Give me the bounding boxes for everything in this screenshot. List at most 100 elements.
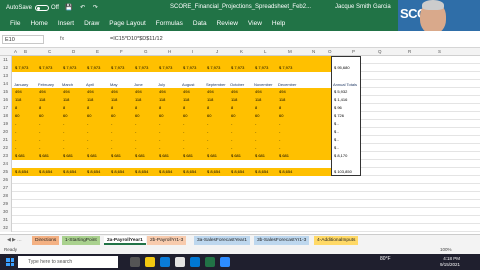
cell-value[interactable]: 118 (63, 97, 69, 102)
cell-value[interactable]: 494 (255, 89, 262, 94)
sheet-nav-arrows[interactable]: ◀ ▶ … (4, 236, 25, 245)
column-header[interactable]: G (144, 49, 148, 54)
cell-value[interactable]: $ 7,973 (135, 65, 148, 70)
quick-access-toolbar[interactable]: 💾 ↶ ↷ (65, 4, 101, 11)
row-number[interactable]: 21 (0, 136, 12, 144)
cell-value[interactable]: - (183, 129, 184, 134)
cell-value[interactable]: - (255, 129, 256, 134)
cell-value[interactable]: $ 7,973 (255, 65, 268, 70)
cell-value[interactable]: - (183, 145, 184, 150)
row-number[interactable]: 23 (0, 152, 12, 160)
zoom-app-icon[interactable] (220, 257, 230, 267)
cell-value[interactable]: $ - (334, 121, 339, 126)
sheet-tab-additional-inputs[interactable]: 4-AdditionalInputs (314, 236, 359, 245)
cell-value[interactable]: - (231, 129, 232, 134)
row-number[interactable]: 32 (0, 224, 12, 232)
cell-value[interactable]: $ 681 (207, 153, 217, 158)
sheet-tab-starting-point[interactable]: 1-StartingPoint (62, 236, 100, 245)
month-header[interactable]: August (182, 82, 194, 87)
row-number[interactable]: 14 (0, 80, 12, 88)
autosave-toggle[interactable] (35, 4, 50, 11)
tab-home[interactable]: Home (30, 20, 47, 27)
cell-value[interactable]: - (207, 145, 208, 150)
cell-value[interactable]: $ 8,654 (87, 169, 100, 174)
column-header[interactable]: P (352, 49, 355, 54)
cell-value[interactable]: 8 (279, 105, 281, 110)
cell-value[interactable]: - (15, 121, 16, 126)
cell-value[interactable]: $ 8,654 (183, 169, 196, 174)
column-header[interactable]: E (96, 49, 99, 54)
month-header[interactable]: May (110, 82, 118, 87)
cell-value[interactable]: $ 8,654 (207, 169, 220, 174)
cell-value[interactable]: - (255, 137, 256, 142)
cell-value[interactable]: 60 (207, 113, 211, 118)
column-header[interactable]: M (288, 49, 292, 54)
row-number[interactable]: 20 (0, 128, 12, 136)
tab-review[interactable]: Review (217, 20, 238, 27)
cell-value[interactable]: $ 681 (111, 153, 121, 158)
cell-value[interactable]: 118 (159, 97, 165, 102)
column-header[interactable]: Q (378, 49, 382, 54)
month-header[interactable]: January (14, 82, 28, 87)
cell-value[interactable]: - (87, 121, 88, 126)
cell-value[interactable]: - (135, 121, 136, 126)
cell-value[interactable]: $ 8,654 (111, 169, 124, 174)
cell-value[interactable]: - (255, 121, 256, 126)
tab-page-layout[interactable]: Page Layout (109, 20, 146, 27)
column-header[interactable]: L (264, 49, 267, 54)
row-number[interactable]: 22 (0, 144, 12, 152)
row-number[interactable]: 16 (0, 96, 12, 104)
cell-value[interactable]: 8 (255, 105, 257, 110)
column-header[interactable]: F (120, 49, 123, 54)
row-number[interactable]: 11 (0, 56, 12, 64)
cell-value[interactable]: $ 681 (159, 153, 169, 158)
cell-value[interactable]: - (63, 121, 64, 126)
cell-value[interactable]: - (279, 121, 280, 126)
cell-value[interactable]: $ 681 (39, 153, 49, 158)
month-header[interactable]: April (86, 82, 94, 87)
cell-value[interactable]: $ 8,654 (135, 169, 148, 174)
cell-value[interactable]: $ 681 (87, 153, 97, 158)
annual-total-cell[interactable] (331, 56, 361, 64)
row-number[interactable]: 30 (0, 208, 12, 216)
cell-value[interactable]: - (87, 145, 88, 150)
cell-value[interactable]: $ 681 (63, 153, 73, 158)
cell-value[interactable]: - (231, 121, 232, 126)
cell-value[interactable]: $ 8,654 (39, 169, 52, 174)
cell-value[interactable]: 8 (15, 105, 17, 110)
excel-icon[interactable] (205, 257, 215, 267)
row-number[interactable]: 24 (0, 160, 12, 168)
fx-icon[interactable]: fx (60, 36, 64, 42)
cell-value[interactable]: - (279, 145, 280, 150)
cell-value[interactable]: - (135, 145, 136, 150)
tab-draw[interactable]: Draw (84, 20, 99, 27)
cell-value[interactable]: - (207, 137, 208, 142)
cell-value[interactable]: $ - (334, 137, 339, 142)
cell-value[interactable]: 60 (39, 113, 43, 118)
month-header[interactable]: September (206, 82, 226, 87)
mail-icon[interactable] (190, 257, 200, 267)
tab-help[interactable]: Help (272, 20, 285, 27)
cell-value[interactable]: - (15, 129, 16, 134)
cell-value[interactable]: 60 (111, 113, 115, 118)
annual-total-cell[interactable] (331, 160, 361, 168)
row-number[interactable]: 13 (0, 72, 12, 80)
column-header[interactable]: C (48, 49, 51, 54)
cell-value[interactable]: - (159, 121, 160, 126)
cell-value[interactable]: 60 (159, 113, 163, 118)
month-header[interactable]: November (254, 82, 272, 87)
cell-value[interactable]: $ 8,654 (15, 169, 28, 174)
row-number[interactable]: 28 (0, 192, 12, 200)
cell-value[interactable]: 118 (135, 97, 141, 102)
cell-value[interactable]: - (111, 137, 112, 142)
tab-insert[interactable]: Insert (58, 20, 74, 27)
tab-file[interactable]: File (10, 20, 20, 27)
cell-value[interactable]: - (39, 121, 40, 126)
column-header[interactable]: N (312, 49, 315, 54)
month-header[interactable]: February (38, 82, 54, 87)
cell-value[interactable]: $ 7,973 (87, 65, 100, 70)
cell-value[interactable]: 494 (183, 89, 190, 94)
cell-value[interactable]: - (159, 137, 160, 142)
sheet-tab-sales-forecast-year1[interactable]: 3a-SalesForecastYear1 (194, 236, 250, 245)
column-header[interactable]: R (408, 49, 411, 54)
